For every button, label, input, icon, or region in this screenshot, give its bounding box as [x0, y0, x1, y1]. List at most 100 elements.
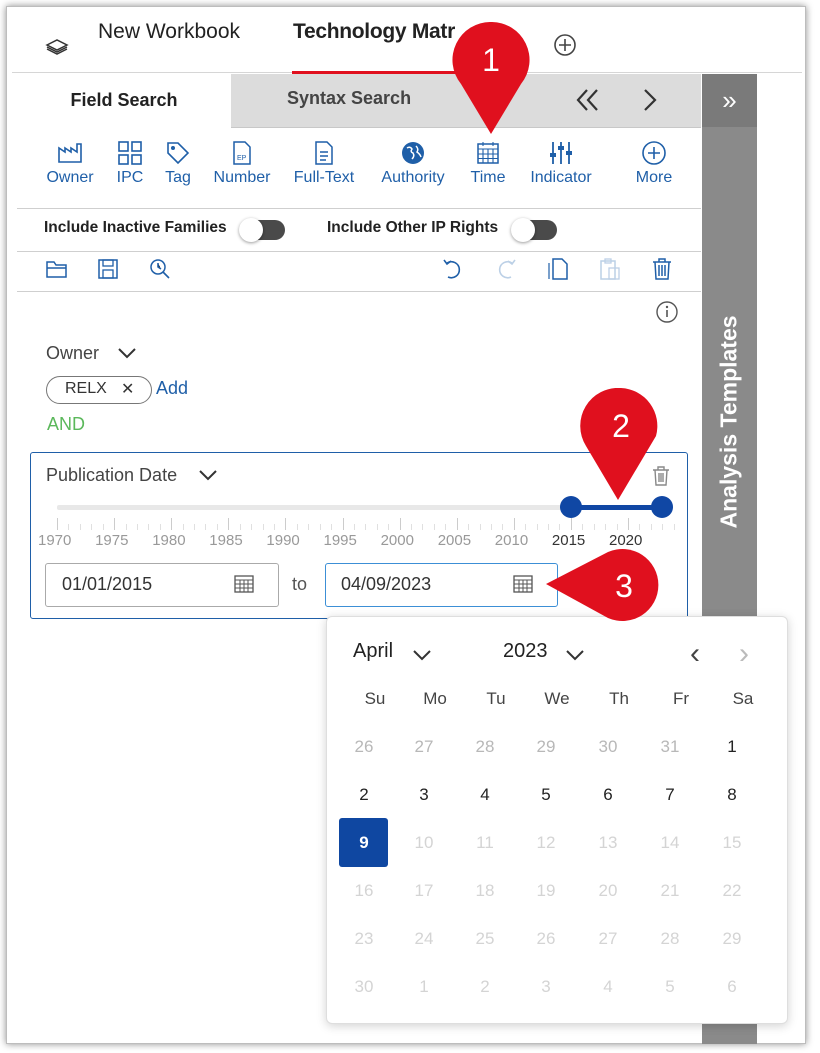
year-tick-label: 1995 [323, 532, 357, 549]
calendar-day[interactable]: 2 [334, 785, 394, 805]
year-tick-label: 1980 [152, 532, 186, 549]
year-minor-tick [296, 524, 298, 530]
tag-tool-label: Tag [165, 169, 191, 186]
factory-icon [58, 143, 82, 163]
next-month-button[interactable]: › [739, 637, 749, 671]
calendar-day[interactable]: 4 [455, 785, 515, 805]
year-tick-label: 1985 [209, 532, 243, 549]
ipc-tool-button[interactable]: IPC [109, 140, 151, 187]
year-minor-tick [502, 524, 504, 530]
info-icon[interactable] [655, 300, 679, 329]
marker-number: 2 [612, 408, 630, 444]
calendar-day: 28 [475, 737, 495, 756]
calendar-day[interactable]: 3 [394, 785, 454, 805]
calendar-day: 23 [354, 929, 374, 948]
collapse-panel-icon[interactable]: » [702, 74, 757, 127]
sliders-icon [550, 142, 572, 164]
year-minor-tick [79, 524, 81, 530]
chevron-down-icon[interactable] [564, 648, 586, 667]
tab-technology-matrix[interactable]: Technology Matr [293, 20, 455, 44]
from-date-input[interactable]: 01/01/2015 [45, 563, 279, 607]
fulltext-tool-button[interactable]: Full-Text [289, 140, 359, 187]
and-operator[interactable]: AND [47, 414, 85, 435]
chevron-down-icon[interactable] [116, 346, 138, 365]
time-tool-button[interactable]: Time [466, 140, 510, 187]
year-tick-label: 1975 [95, 532, 129, 549]
calendar-day[interactable]: 7 [640, 785, 700, 805]
calendar-icon[interactable] [512, 573, 534, 600]
add-owner-link[interactable]: Add [156, 378, 188, 399]
calendar-day[interactable]: 8 [702, 785, 762, 805]
indicator-tool-button[interactable]: Indicator [524, 140, 598, 187]
calendar-day[interactable]: 6 [578, 785, 638, 805]
folder-open-icon[interactable] [45, 258, 69, 285]
month-select[interactable]: April [353, 640, 393, 663]
year-tick-label: 2000 [380, 532, 414, 549]
calendar-icon[interactable] [233, 573, 255, 600]
tab-field-search[interactable]: Field Search [17, 74, 231, 127]
year-tick-label: 2005 [437, 532, 472, 549]
prev-month-button[interactable]: ‹ [690, 637, 700, 671]
selected-day[interactable]: 9 [334, 833, 394, 853]
plus-circle-icon[interactable] [553, 33, 577, 62]
calendar-day: 17 [414, 881, 434, 900]
calendar-day: 1 [419, 977, 429, 996]
save-icon[interactable] [97, 258, 119, 285]
calendar-day[interactable]: 5 [516, 785, 576, 805]
calendar-day: 12 [536, 833, 556, 852]
year-minor-tick [159, 524, 161, 530]
owner-chip-label: RELX [65, 380, 107, 397]
calendar-day: 16 [354, 881, 374, 900]
year-select[interactable]: 2023 [503, 640, 548, 663]
calendar-day: 26 [536, 929, 556, 948]
publication-date-label[interactable]: Publication Date [46, 465, 177, 486]
tag-tool-button[interactable]: Tag [158, 140, 198, 187]
number-tool-button[interactable]: EP Number [208, 140, 276, 187]
owner-field-label[interactable]: Owner [46, 343, 99, 364]
calendar-day: 4 [603, 977, 613, 996]
calendar-day: 24 [414, 929, 434, 948]
time-tool-label: Time [470, 169, 506, 186]
inactive-families-toggle[interactable] [239, 218, 285, 242]
more-tool-button[interactable]: More [628, 140, 680, 187]
year-minor-tick [102, 524, 104, 530]
year-minor-tick [91, 524, 93, 530]
authority-tool-button[interactable]: Authority [373, 140, 453, 187]
year-tick-mark [285, 518, 287, 530]
year-minor-tick [582, 524, 584, 530]
trash-icon[interactable] [651, 257, 673, 286]
calendar-day: 18 [475, 881, 495, 900]
calendar-day: 6 [727, 977, 737, 996]
date-picker-popup [326, 616, 788, 1024]
year-minor-tick [376, 524, 378, 530]
year-minor-tick [536, 524, 538, 530]
owner-tool-button[interactable]: Owner [40, 140, 100, 187]
calendar-day: 15 [722, 833, 742, 852]
calendar-day: 5 [665, 977, 675, 996]
to-date-input[interactable]: 04/09/2023 [325, 563, 558, 607]
tab-new-workbook[interactable]: New Workbook [98, 20, 240, 44]
chevron-down-icon[interactable] [197, 468, 219, 487]
calendar-day: 3 [541, 977, 551, 996]
other-ip-rights-toggle[interactable] [511, 218, 557, 242]
double-chevron-left-icon[interactable] [573, 86, 601, 119]
calendar-day: 22 [722, 881, 742, 900]
year-minor-tick [273, 524, 275, 530]
remove-chip-icon[interactable]: ✕ [121, 379, 134, 399]
undo-icon[interactable] [441, 258, 465, 285]
year-minor-tick [68, 524, 70, 530]
copy-icon[interactable] [547, 257, 569, 286]
chevron-down-icon[interactable] [411, 648, 433, 667]
redo-icon[interactable] [494, 258, 518, 285]
tab-syntax-search-label: Syntax Search [287, 88, 412, 108]
calendar-day: 21 [660, 881, 680, 900]
year-minor-tick [662, 524, 664, 530]
tag-icon [167, 142, 190, 165]
paste-icon[interactable] [598, 257, 622, 286]
calendar-day: 30 [354, 977, 374, 996]
year-minor-tick [308, 524, 310, 530]
calendar-day[interactable]: 1 [702, 737, 762, 757]
document-text-icon [315, 141, 333, 165]
history-search-icon[interactable] [148, 257, 172, 286]
chevron-right-icon[interactable] [640, 86, 660, 119]
